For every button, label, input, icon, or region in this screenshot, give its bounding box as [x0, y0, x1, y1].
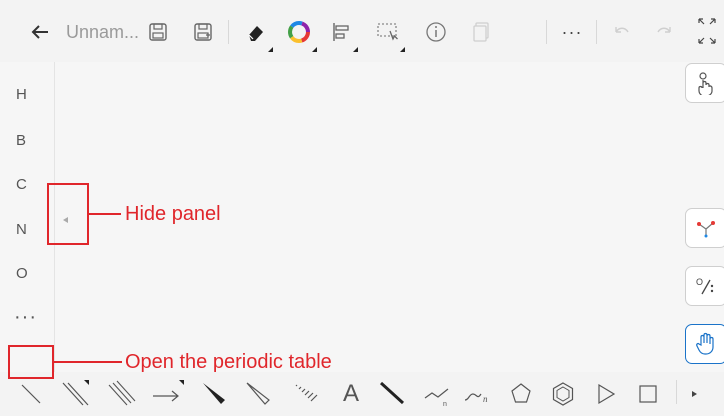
- molecule-icon: [697, 221, 715, 238]
- svg-text:n: n: [483, 394, 488, 404]
- hide-panel-highlight: [47, 183, 89, 245]
- back-arrow-icon[interactable]: [28, 18, 52, 46]
- chain-tool-icon[interactable]: n: [422, 378, 452, 410]
- hide-panel-annotation: Hide panel: [125, 203, 221, 225]
- hand-gesture-icon: [698, 72, 713, 95]
- triangle-shape-icon[interactable]: [592, 378, 620, 410]
- save-icon[interactable]: [146, 18, 170, 46]
- benzene-ring-icon[interactable]: [548, 378, 578, 410]
- triple-bond-icon[interactable]: [106, 378, 136, 410]
- hand-pan-icon: [696, 332, 714, 355]
- top-toolbar: Unnam... ···: [0, 0, 724, 62]
- hashed-wedge-bond-icon[interactable]: [290, 378, 318, 410]
- info-icon[interactable]: [424, 18, 448, 46]
- charge-tool-button[interactable]: O: [685, 266, 724, 306]
- pan-hand-button[interactable]: [685, 324, 724, 364]
- toolbar-separator: [596, 20, 597, 44]
- document-title[interactable]: Unnam...: [66, 20, 139, 44]
- right-tool-panel: O: [671, 62, 724, 372]
- bottom-toolbar: A n n: [0, 372, 724, 416]
- hollow-wedge-bond-icon[interactable]: [244, 378, 272, 410]
- arrow-tool-icon[interactable]: [150, 378, 184, 410]
- color-wheel-icon[interactable]: [285, 18, 317, 52]
- scroll-right-icon[interactable]: [684, 378, 704, 410]
- element-boron[interactable]: B: [16, 132, 40, 149]
- text-tool-button[interactable]: A: [338, 378, 364, 410]
- save-as-icon[interactable]: [191, 18, 215, 46]
- touch-gesture-button[interactable]: [685, 63, 724, 103]
- toolbar-separator: [546, 20, 547, 44]
- toolbar-separator: [228, 20, 229, 44]
- single-bond-icon[interactable]: [18, 378, 44, 410]
- copy-icon[interactable]: [469, 18, 493, 46]
- rectangle-shape-icon[interactable]: [634, 378, 662, 410]
- wedge-bond-icon[interactable]: [200, 378, 228, 410]
- svg-text:n: n: [443, 401, 447, 408]
- redo-icon[interactable]: [652, 18, 676, 46]
- periodic-table-highlight: [8, 345, 54, 379]
- double-bond-icon[interactable]: [60, 378, 90, 410]
- periodic-table-pointer-line: [54, 361, 122, 363]
- fullscreen-icon[interactable]: [695, 14, 719, 48]
- molecule-template-button[interactable]: [685, 208, 724, 248]
- lasso-select-icon[interactable]: [375, 18, 405, 52]
- charge-icon: O: [696, 277, 714, 295]
- curve-chain-icon[interactable]: n: [462, 378, 494, 410]
- element-carbon[interactable]: C: [16, 176, 40, 193]
- periodic-table-annotation: Open the periodic table: [125, 351, 332, 373]
- align-icon[interactable]: [330, 18, 358, 52]
- bold-bond-icon[interactable]: [378, 378, 406, 410]
- periodic-table-button[interactable]: ···: [14, 306, 38, 329]
- eraser-icon[interactable]: [243, 18, 273, 52]
- element-nitrogen[interactable]: N: [16, 221, 40, 238]
- hide-panel-pointer-line: [89, 213, 121, 215]
- more-options-button[interactable]: ···: [556, 18, 588, 46]
- svg-text:O: O: [696, 277, 703, 287]
- toolbar-separator: [676, 380, 677, 404]
- element-oxygen[interactable]: O: [16, 265, 40, 282]
- pentagon-ring-icon[interactable]: [506, 378, 536, 410]
- undo-icon[interactable]: [610, 18, 634, 46]
- element-hydrogen[interactable]: H: [16, 86, 40, 103]
